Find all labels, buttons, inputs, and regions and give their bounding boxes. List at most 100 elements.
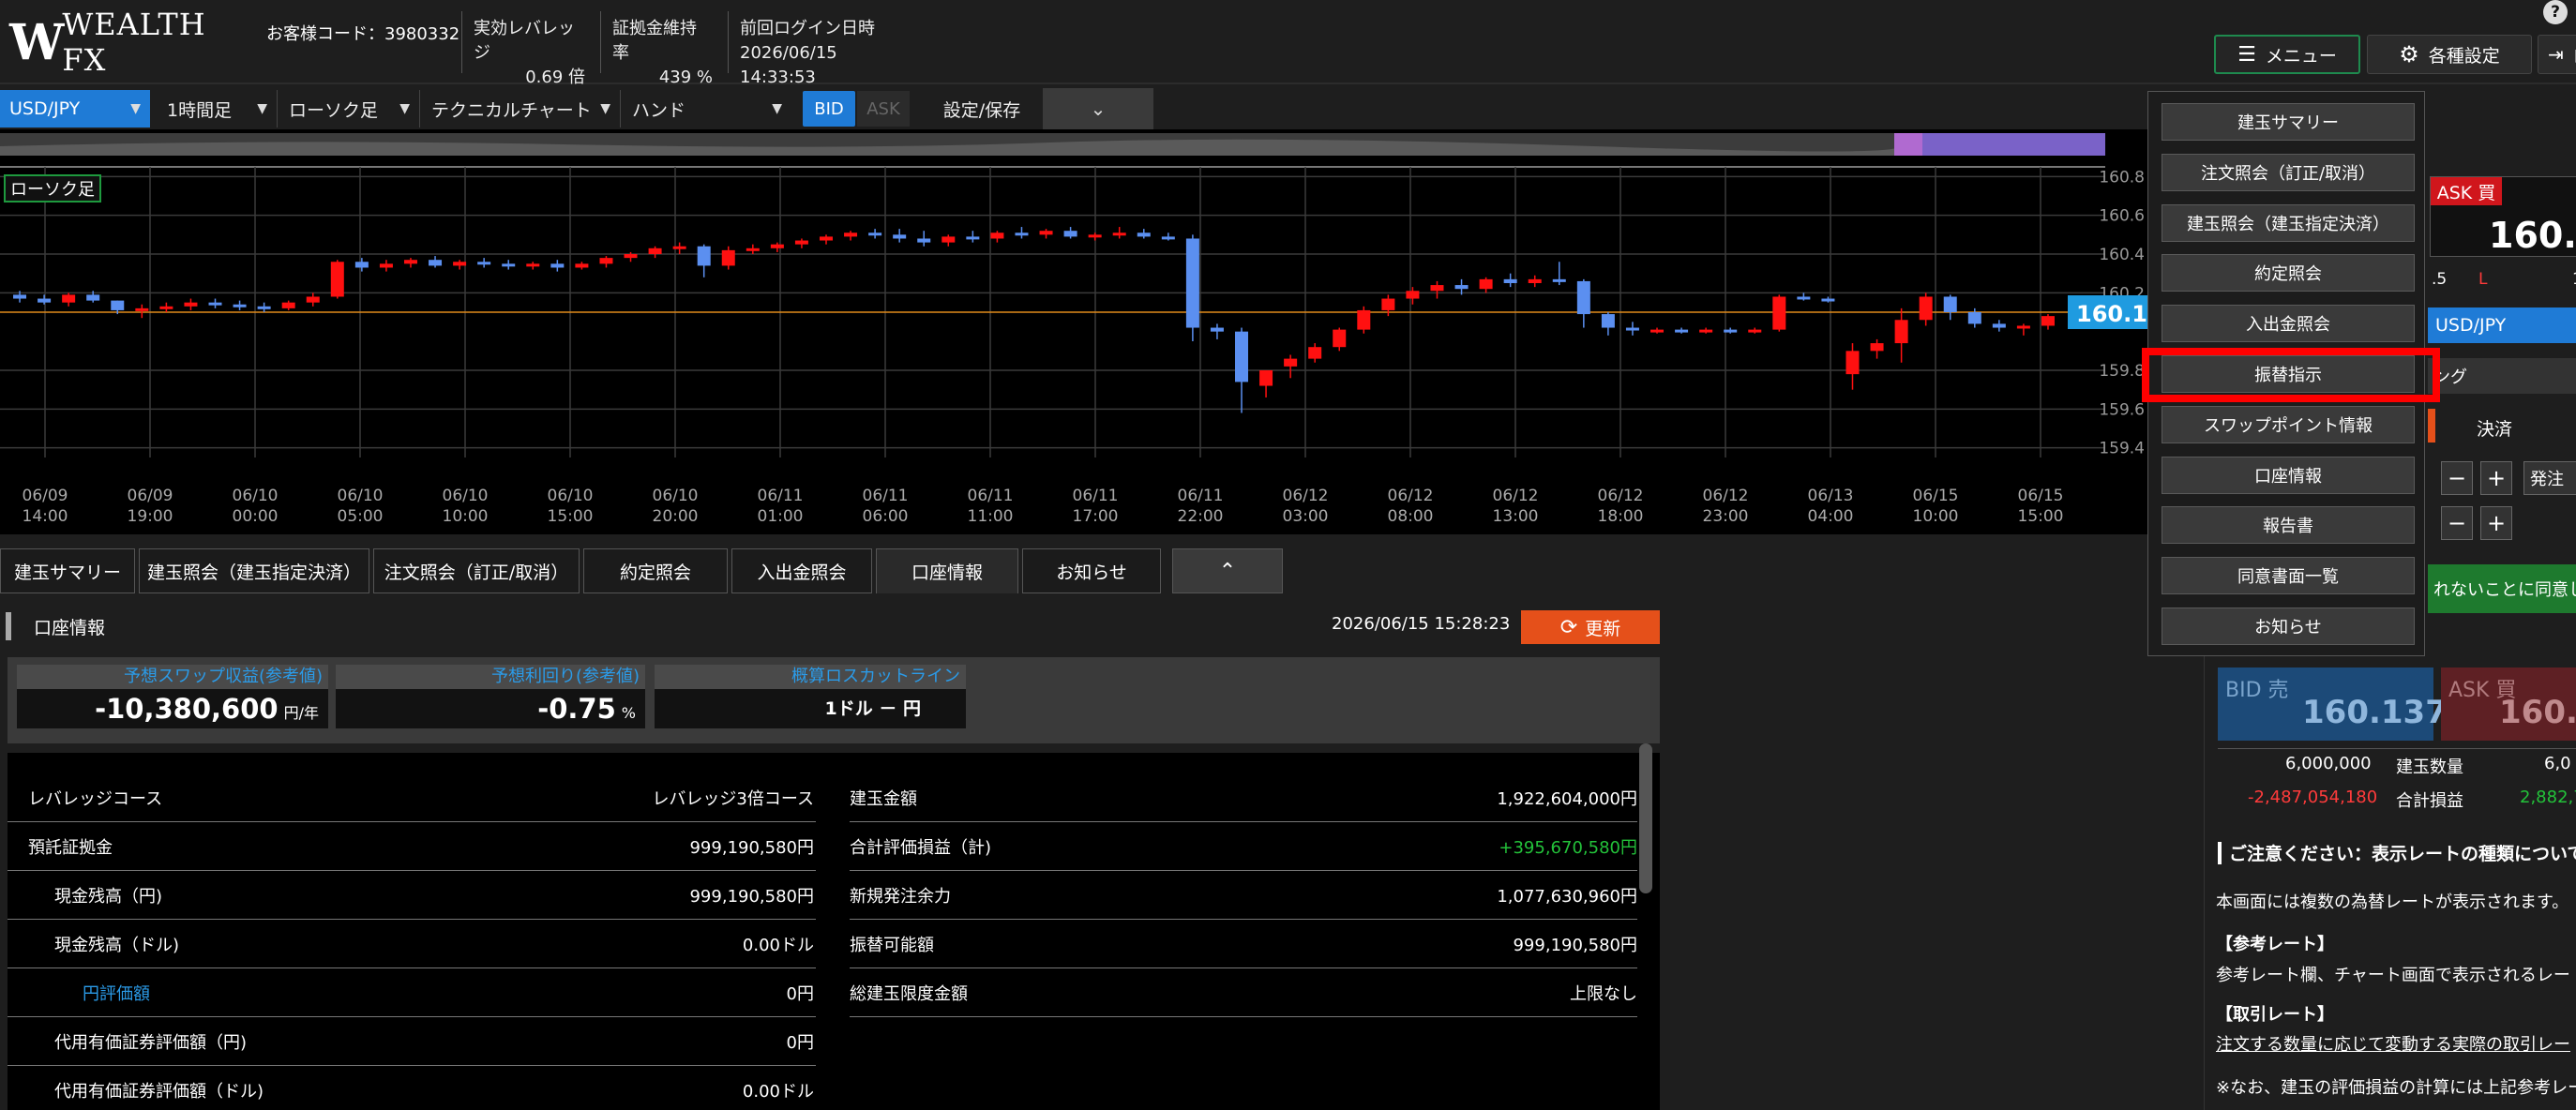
row-value: +395,670,580円 [1499, 837, 1637, 858]
tool-select[interactable]: ハンド ▼ [623, 90, 791, 128]
trade-rate-title: 【取引レート】 [2216, 1005, 2334, 1025]
tab-7[interactable]: お知らせ [1022, 548, 1161, 593]
qty-plus-button[interactable]: + [2480, 461, 2512, 495]
time-tick-time: 22:00 [1178, 507, 1224, 526]
tab-3[interactable]: 注文照会（訂正/取消） [373, 548, 580, 593]
menu-item-10[interactable]: 同意書面一覧 [2162, 557, 2415, 595]
time-tick-date: 06/10 [338, 487, 384, 505]
time-tick-date: 06/09 [23, 487, 68, 505]
settings-save-button[interactable]: 設定/保存 [928, 91, 1035, 127]
row-value: 999,190,580円 [689, 837, 814, 858]
bid-order-label: BID 売 [2225, 679, 2289, 702]
order-symbol[interactable]: USD/JPY [2428, 308, 2576, 343]
tab-4[interactable]: 約定照会 [583, 548, 728, 593]
row-label: レバレッジコース [28, 788, 163, 809]
technical-select-value: テクニカルチャート [431, 99, 592, 121]
losscut-line-box: 概算ロスカットライン 1ドル － 円 [655, 665, 966, 736]
yield-estimate-unit: % [621, 704, 636, 722]
tabs-collapse-button[interactable]: ⌃ [1172, 548, 1283, 593]
chart-type-select[interactable]: ローソク足 ▼ [279, 90, 420, 128]
row-label: 預託証拠金 [28, 837, 113, 858]
price-tick: 160.8 [2099, 168, 2145, 187]
row-value: レバレッジ3倍コース [652, 788, 814, 809]
order-condition-button[interactable]: 発注 [2523, 461, 2576, 495]
menu-item-7[interactable]: スワップポイント情報 [2162, 405, 2415, 443]
menu-item-2[interactable]: 注文照会（訂正/取消） [2162, 153, 2415, 191]
price-minus-button[interactable]: − [2441, 506, 2473, 540]
consent-checkbox-row[interactable]: れないことに同意し [2428, 564, 2576, 613]
yield-estimate-box: 予想利回り(参考値) -0.75% [336, 665, 645, 736]
row-value: 0.00ドル [742, 1081, 814, 1102]
bid-toggle[interactable]: BID [803, 91, 855, 127]
order-type-tab[interactable]: ング [2428, 358, 2576, 394]
settings-button[interactable]: ⚙ 各種設定 [2367, 35, 2532, 74]
time-tick-time: 10:00 [1913, 507, 1959, 526]
time-tick-date: 06/12 [1493, 487, 1539, 505]
row-label: 代用有価証券評価額（ドル) [54, 1081, 264, 1102]
time-tick-date: 06/11 [968, 487, 1014, 505]
time-tick-date: 06/12 [1283, 487, 1329, 505]
account-scrollbar[interactable] [1639, 743, 1652, 893]
time-tick-time: 18:00 [1598, 507, 1644, 526]
current-price-text: 160.1 [2076, 301, 2147, 327]
tool-select-value: ハンド [632, 99, 686, 121]
tab-2[interactable]: 建玉照会（建玉指定決済） [139, 548, 369, 593]
time-tick-date: 06/13 [1808, 487, 1854, 505]
menu-item-4[interactable]: 約定照会 [2162, 254, 2415, 292]
ask-rate-box[interactable]: ASK 買 160.1 [2430, 176, 2576, 257]
time-tick-time: 04:00 [1808, 507, 1854, 526]
losscut-line-label: 概算ロスカットライン [655, 665, 966, 689]
help-icon[interactable]: ? [2543, 0, 2568, 24]
menu-item-11[interactable]: お知らせ [2162, 608, 2415, 645]
pl-fragment: 2,882,7 [2520, 788, 2576, 807]
ask-rate-price: 160.1 [2489, 215, 2576, 256]
toolbar-collapse-button[interactable]: ⌄ [1043, 88, 1153, 129]
chevron-down-icon: ▼ [772, 101, 782, 116]
menu-item-9[interactable]: 報告書 [2162, 506, 2415, 545]
symbol-select[interactable]: USD/JPY ▼ [0, 90, 150, 128]
refresh-button[interactable]: ⟳ 更新 [1521, 610, 1660, 644]
tab-1[interactable]: 建玉サマリー [0, 548, 135, 593]
price-chart[interactable]: 160.8 160.6 160.4 160.2 159.8 159.6 159.4 06/09… [0, 129, 2147, 534]
ask-toggle[interactable]: ASK [857, 91, 910, 127]
menu-item-8[interactable]: 口座情報 [2162, 456, 2415, 494]
low-label: L [2478, 270, 2488, 289]
margin-rate-label: 証拠金維持率 [612, 19, 697, 63]
ask-order-button[interactable]: ASK 買 160.1 [2441, 668, 2576, 741]
bid-order-button[interactable]: BID 売 160.137 [2218, 668, 2448, 741]
notice-title: ご注意ください：表示レートの種類について [2229, 844, 2576, 864]
price-tick: 160.4 [2099, 246, 2145, 264]
account-summary: 予想スワップ収益(参考値) -10,380,600 円/年 予想利回り(参考値) … [8, 657, 1660, 743]
menu-button[interactable]: ☰ メニュー [2214, 35, 2360, 74]
candlestick-chart[interactable]: 160.8160.6160.4160.2159.8159.6159.406/09… [0, 129, 2147, 534]
menu-item-1[interactable]: 建玉サマリー [2162, 103, 2415, 141]
account-row-left: レバレッジコース レバレッジ3倍コース [8, 773, 816, 822]
time-tick-date: 06/11 [863, 487, 909, 505]
navigator-window[interactable] [1922, 133, 2105, 156]
account-row-left: 代用有価証券評価額（ドル) 0.00ドル [8, 1066, 816, 1110]
settle-tab[interactable]: 決済 [2477, 415, 2512, 441]
technical-select[interactable]: テクニカルチャート ▼ [422, 90, 621, 128]
spread-fragment: .5 [2432, 270, 2448, 289]
menu-item-3[interactable]: 建玉照会（建玉指定決済） [2162, 203, 2415, 242]
trade-rate-text[interactable]: 注文する数量に応じて変動する実際の取引レー [2216, 1031, 2570, 1056]
time-tick-time: 14:00 [23, 507, 68, 526]
qty-minus-button[interactable]: − [2441, 461, 2473, 495]
wealth-fx-logo[interactable]: W WEALTH FX [9, 7, 234, 78]
tab-5[interactable]: 入出金照会 [731, 548, 872, 593]
navigator-handle[interactable] [1894, 133, 1922, 156]
notice-marker [2218, 842, 2222, 864]
tab-6[interactable]: 口座情報 [876, 548, 1018, 593]
row-value: 0円 [786, 1032, 814, 1053]
time-tick-time: 06:00 [863, 507, 909, 526]
candle [1357, 306, 1371, 334]
leverage-label: 実効レバレッジ [474, 19, 575, 63]
menu-item-5[interactable]: 入出金照会 [2162, 305, 2415, 343]
time-tick-date: 06/15 [1913, 487, 1959, 505]
logout-button[interactable]: ⇥ ロ [2538, 35, 2576, 74]
timeframe-select[interactable]: 1時間足 ▼ [158, 90, 278, 128]
price-plus-button[interactable]: + [2480, 506, 2512, 540]
refresh-button-label: 更新 [1585, 618, 1621, 639]
time-tick-time: 11:00 [968, 507, 1014, 526]
chart-type-label: ローソク足 [4, 174, 101, 202]
